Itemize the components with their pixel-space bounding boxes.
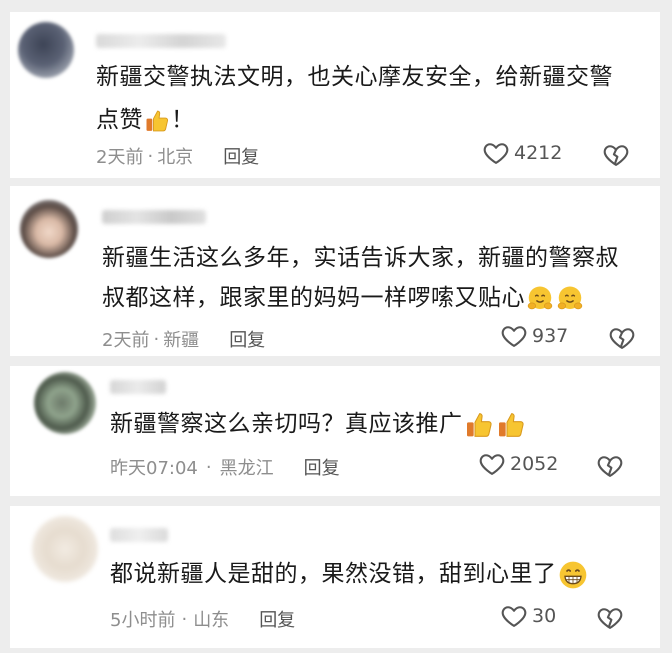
comment-meta: 昨天07:04 · 黑龙江 回复 [110, 454, 340, 480]
like-count: 4212 [514, 142, 563, 164]
like-button[interactable]: 30 [500, 602, 556, 630]
comment-text: 新疆警察这么亲切吗？真应该推广 [110, 402, 527, 446]
comment-card: 新疆警察这么亲切吗？真应该推广 昨天07:04 · 黑龙江 回复 2052 [10, 366, 660, 496]
comment-meta: 2天前 · 新疆 回复 [102, 326, 265, 352]
like-button[interactable]: 2052 [478, 450, 558, 478]
timestamp: 2天前 [96, 147, 144, 168]
comment-card: 新疆生活这么多年，实话告诉大家，新疆的警察叔 叔都这样，跟家里的妈妈一样啰嗦又贴… [10, 186, 660, 356]
avatar[interactable] [18, 22, 74, 78]
hugging-face-icon [555, 284, 585, 314]
comment-meta: 2天前 · 北京 回复 [96, 143, 259, 169]
dislike-icon[interactable] [602, 141, 630, 169]
like-count: 937 [532, 325, 569, 347]
comment-text: 新疆交警执法文明，也关心摩友安全，给新疆交警 [96, 64, 613, 90]
location: 新疆 [163, 330, 200, 351]
comment-card: 都说新疆人是甜的，果然没错，甜到心里了 5小时前 · 山东 回复 30 [10, 506, 660, 648]
timestamp: 5小时前 [110, 610, 176, 631]
separator: · [147, 145, 154, 167]
separator: · [205, 456, 212, 478]
location: 北京 [157, 147, 194, 168]
comment-card: 新疆交警执法文明，也关心摩友安全，给新疆交警 点赞！ 2天前 · 北京 回复 4… [10, 12, 660, 178]
comment-text-line2: 叔都这样，跟家里的妈妈一样啰嗦又贴心 [102, 276, 585, 320]
comment-meta: 5小时前 · 山东 回复 [110, 606, 295, 632]
heart-icon [500, 602, 528, 630]
separator: · [153, 328, 160, 350]
like-count: 2052 [510, 453, 559, 475]
separator: · [181, 608, 188, 630]
avatar[interactable] [34, 372, 96, 434]
dislike-icon[interactable] [596, 604, 624, 632]
hugging-face-icon [525, 284, 555, 314]
thumbs-up-icon [143, 107, 171, 135]
location: 山东 [193, 610, 230, 631]
comment-text: 新疆生活这么多年，实话告诉大家，新疆的警察叔 [102, 245, 619, 271]
username[interactable] [102, 210, 206, 224]
username[interactable] [110, 380, 166, 394]
avatar[interactable] [20, 200, 78, 258]
timestamp: 昨天07:04 [110, 458, 198, 479]
like-button[interactable]: 937 [500, 322, 568, 350]
thumbs-up-icon [463, 409, 495, 441]
comment-text-line2: 点赞！ [96, 107, 195, 135]
username[interactable] [110, 528, 168, 542]
heart-icon [482, 139, 510, 167]
heart-icon [478, 450, 506, 478]
reply-button[interactable]: 回复 [223, 143, 259, 169]
reply-button[interactable]: 回复 [304, 454, 340, 480]
heart-icon [500, 322, 528, 350]
location: 黑龙江 [219, 458, 274, 479]
thumbs-up-icon [495, 409, 527, 441]
comment-text: 都说新疆人是甜的，果然没错，甜到心里了 [110, 552, 589, 596]
grinning-face-icon [557, 559, 589, 591]
avatar[interactable] [32, 516, 98, 582]
like-button[interactable]: 4212 [482, 139, 562, 167]
like-count: 30 [532, 605, 557, 627]
reply-button[interactable]: 回复 [229, 326, 265, 352]
dislike-icon[interactable] [608, 324, 636, 352]
reply-button[interactable]: 回复 [259, 606, 295, 632]
timestamp: 2天前 [102, 330, 150, 351]
username[interactable] [96, 34, 226, 48]
dislike-icon[interactable] [596, 452, 624, 480]
